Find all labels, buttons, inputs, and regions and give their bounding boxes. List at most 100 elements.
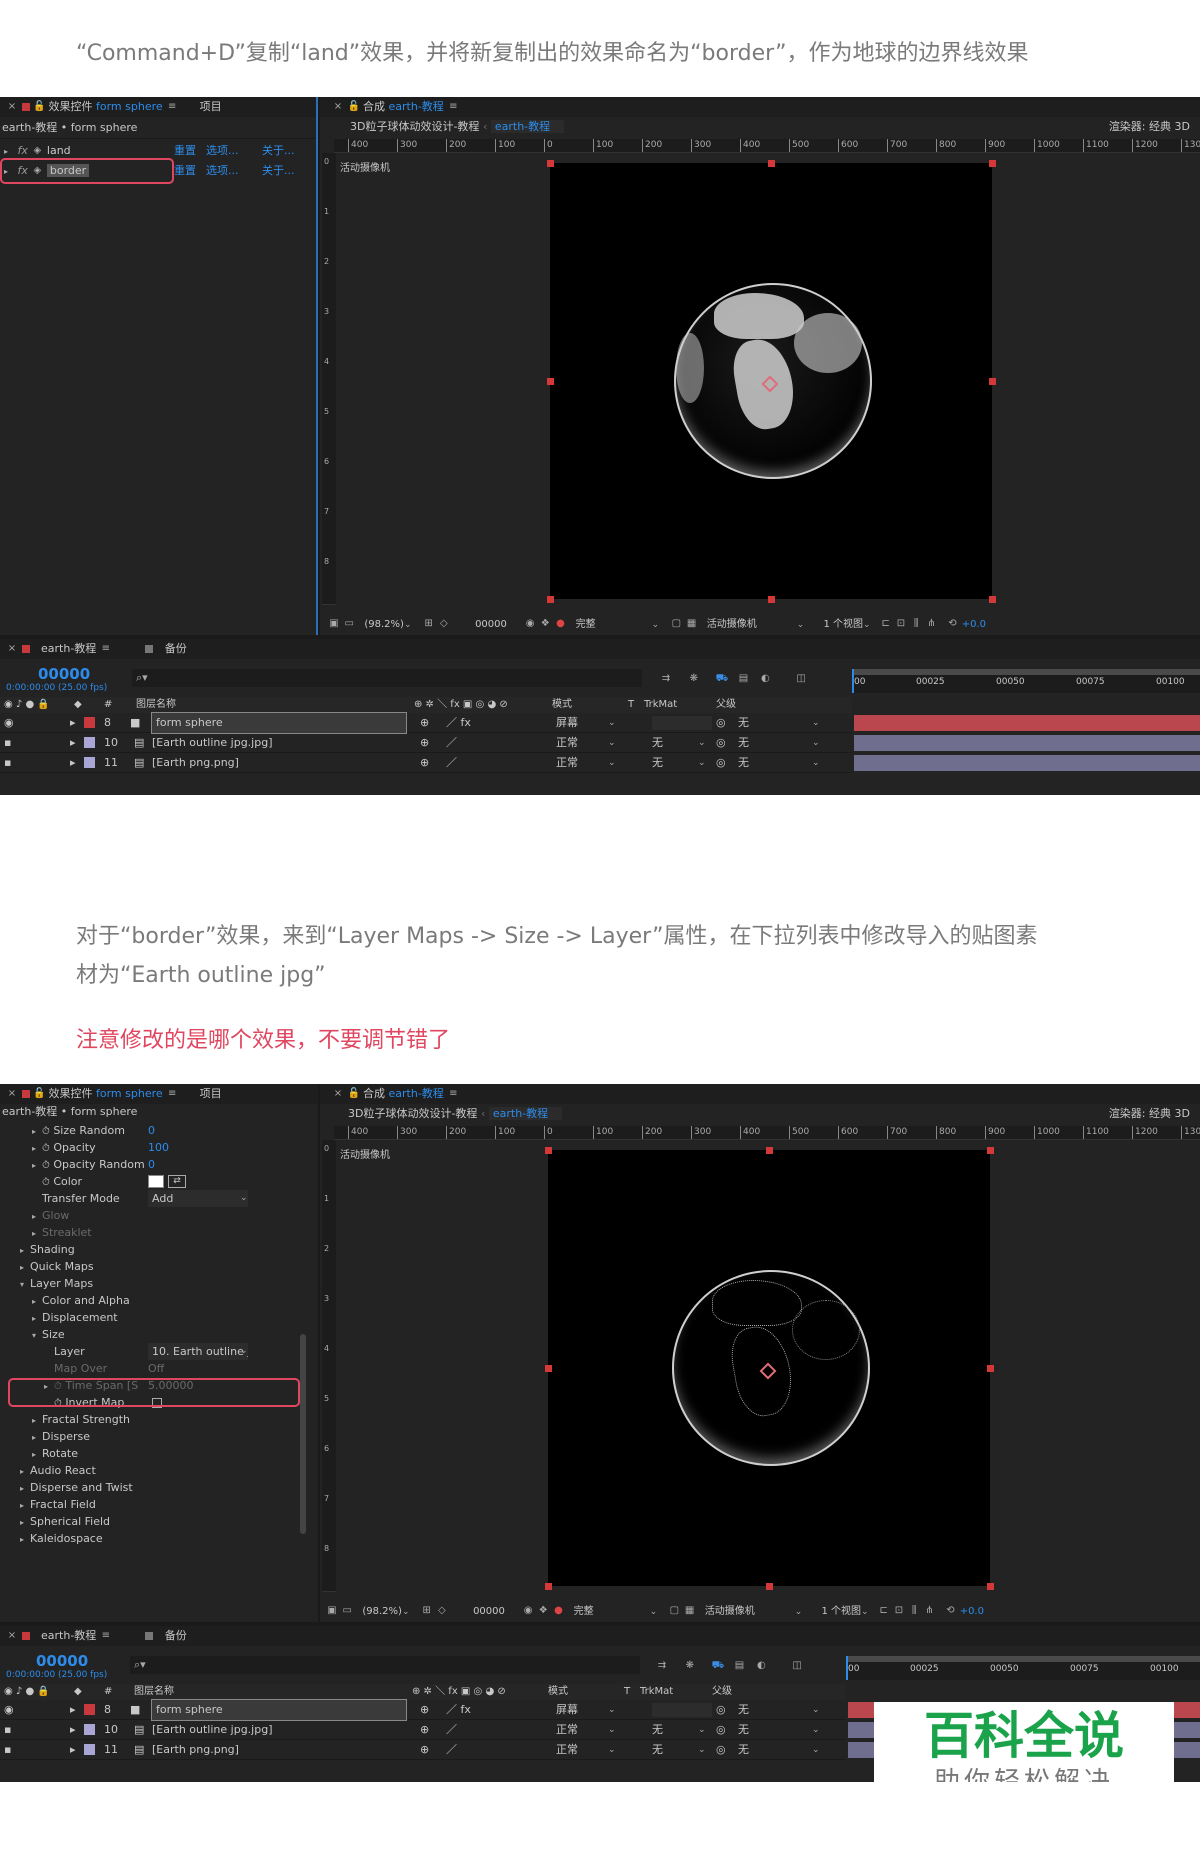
eye-icon[interactable]: ◉ — [4, 1700, 14, 1720]
expand-icon[interactable]: ▸ — [20, 1463, 30, 1480]
transform-handle[interactable] — [545, 1583, 552, 1590]
viewer-area[interactable]: 活动摄像机 — [336, 153, 1200, 605]
backup-tab[interactable]: 备份 — [165, 642, 187, 655]
parent-select[interactable]: 无 — [738, 1740, 749, 1760]
flowchart-icon[interactable]: ⋔ — [925, 618, 937, 630]
snapshot-icon[interactable]: ▣ — [328, 618, 340, 630]
parent-pickwhip-icon[interactable]: ◎ — [716, 733, 726, 753]
effect-property-row[interactable]: ▸ Fractal Field — [20, 1496, 308, 1513]
expand-icon[interactable]: ▸ — [20, 1259, 30, 1276]
work-area-bar[interactable] — [846, 1656, 1200, 1662]
camera-select[interactable]: 活动摄像机 — [705, 1606, 755, 1617]
timeline-tab[interactable]: × earth-教程 ≡ 备份 — [0, 639, 1200, 659]
expand-icon[interactable]: ▸ — [20, 1480, 30, 1497]
collapse-icon[interactable]: ▾ — [20, 1276, 30, 1293]
label-color-swatch[interactable] — [84, 1724, 95, 1735]
comp-tab[interactable]: × 🔓 合成 earth-教程 ≡ — [320, 97, 1200, 117]
shy-switch-icon[interactable]: ⊕ — [420, 1720, 429, 1740]
effect-property-row[interactable]: Layer 10. Earth outline j ⌄ — [44, 1343, 308, 1360]
project-tab[interactable]: 项目 — [200, 100, 222, 113]
flowchart-icon[interactable]: ⋔ — [923, 1605, 935, 1617]
layer-source-select[interactable]: 10. Earth outline j — [148, 1343, 248, 1360]
parent-pickwhip-icon[interactable]: ◎ — [716, 1740, 726, 1760]
close-icon[interactable]: × — [6, 101, 18, 113]
effects-panel-tab[interactable]: × 🔓 效果控件 form sphere ≡ 项目 — [0, 97, 316, 117]
timeline-layer-row[interactable]: ▪ ▸ 10 ▤ [Earth outline jpg.jpg] ⊕ ／ 正常 ⌄ 无 ⌄ ◎ 无 ⌄ — [0, 1720, 846, 1740]
timeline-layer-row[interactable]: ▪ ▸ 11 ▤ [Earth png.png] ⊕ ／ 正常 ⌄ 无 ⌄ ◎ 无 ⌄ — [0, 753, 852, 773]
fx-icon[interactable]: fx — [18, 144, 28, 157]
lock-icon[interactable]: 🔓 — [348, 1088, 360, 1100]
quality-switch-icon[interactable]: ／ fx — [446, 713, 471, 733]
expand-icon[interactable]: ▸ — [32, 1225, 42, 1242]
timeline-icon[interactable]: ⫼ — [908, 1605, 920, 1617]
transform-handle[interactable] — [547, 596, 554, 603]
stopwatch-icon[interactable]: ⏱ — [42, 1177, 50, 1188]
shy-switch-icon[interactable]: ⊕ — [420, 1700, 429, 1720]
expand-icon[interactable]: ▸ — [20, 1531, 30, 1548]
effect-property-row[interactable]: ▸ ⏱ Opacity Random 0 — [32, 1156, 308, 1173]
expand-icon[interactable]: ▸ — [20, 1514, 30, 1531]
exposure-value[interactable]: +0.0 — [960, 1606, 984, 1617]
quality-switch-icon[interactable]: ／ — [446, 1740, 457, 1760]
timeline-timecode[interactable]: 00000 — [36, 1652, 88, 1670]
transform-handle[interactable] — [989, 160, 996, 167]
transparency-grid-icon[interactable]: ▦ — [686, 618, 698, 630]
property-value[interactable]: 0 — [148, 1122, 155, 1139]
effect-property-row[interactable]: ▸ Rotate — [32, 1445, 308, 1462]
breadcrumb-parent[interactable]: 3D粒子球体动效设计-教程 — [348, 1107, 477, 1120]
layer-name[interactable]: [Earth png.png] — [152, 753, 239, 773]
expand-icon[interactable]: ▸ — [20, 1497, 30, 1514]
visibility-toggle[interactable]: ▪ — [4, 1740, 11, 1760]
display-icon[interactable]: ▭ — [343, 618, 355, 630]
expand-icon[interactable]: ▸ — [70, 1700, 76, 1720]
quality-switch-icon[interactable]: ／ — [446, 753, 457, 773]
layer-name[interactable]: form sphere — [151, 712, 407, 734]
expand-icon[interactable]: ▸ — [20, 1242, 30, 1259]
region-icon[interactable]: ▢ — [668, 1605, 680, 1617]
effect-property-row[interactable]: ▸ ⏱ Size Random 0 — [32, 1122, 308, 1139]
comp-flowchart-icon[interactable]: ⇉ — [656, 1660, 668, 1672]
eye-icon[interactable]: ◉ — [4, 713, 14, 733]
frame-blend-icon[interactable]: ▤ — [737, 673, 749, 685]
expand-icon[interactable]: ▸ — [70, 1720, 76, 1740]
effect-property-row[interactable]: ▸ Streaklet — [32, 1224, 308, 1241]
effect-row-land[interactable]: ▸ fx ◈ land 重置 选项... 关于... — [0, 141, 316, 161]
draft-3d-icon[interactable]: ❋ — [684, 1660, 696, 1672]
blend-mode-select[interactable]: 正常 — [556, 1720, 578, 1740]
stopwatch-icon[interactable]: ⏱ — [42, 1143, 50, 1154]
lock-icon[interactable]: 🔓 — [348, 101, 360, 113]
transparency-grid-icon[interactable]: ▦ — [684, 1605, 696, 1617]
transform-handle[interactable] — [547, 160, 554, 167]
frame-blend-icon[interactable]: ▤ — [733, 1660, 745, 1672]
renderer-info[interactable]: 渲染器: 经典 3D — [1109, 117, 1190, 137]
grid-icon[interactable]: ⊞ — [421, 1605, 433, 1617]
transform-handle[interactable] — [987, 1583, 994, 1590]
layer-bar[interactable] — [854, 755, 1200, 771]
grid-icon[interactable]: ⊞ — [423, 618, 435, 630]
expand-icon[interactable]: ▸ — [32, 1140, 42, 1157]
layer-name[interactable]: form sphere — [151, 1699, 407, 1721]
trkmat-select[interactable] — [652, 716, 712, 730]
reset-link[interactable]: 重置 — [174, 161, 196, 181]
property-value[interactable]: 100 — [148, 1139, 169, 1156]
options-link[interactable]: 选项... — [206, 141, 239, 161]
timecode-display[interactable]: 00000 — [475, 619, 507, 630]
parent-select[interactable]: 无 — [738, 713, 749, 733]
effect-property-row[interactable]: ⏱ Color ⇄ — [32, 1173, 308, 1190]
effect-property-row[interactable]: ▸ Color and Alpha — [32, 1292, 308, 1309]
expand-icon[interactable]: ▸ — [32, 1157, 42, 1174]
parent-pickwhip-icon[interactable]: ◎ — [716, 1720, 726, 1740]
trkmat-select[interactable]: 无 — [652, 1740, 663, 1760]
timeline-search-input[interactable]: ⌕▾ — [132, 669, 642, 687]
breadcrumb-current[interactable]: earth-教程 — [490, 120, 565, 133]
about-link[interactable]: 关于... — [262, 141, 295, 161]
views-select[interactable]: 1 个视图 — [823, 619, 863, 630]
blend-mode-select[interactable]: 正常 — [556, 1740, 578, 1760]
camera-icon[interactable]: ◉ — [522, 1605, 534, 1617]
close-icon[interactable]: × — [6, 643, 18, 655]
snapshot-icon[interactable]: ▣ — [326, 1605, 338, 1617]
blend-mode-select[interactable]: 屏幕 — [556, 713, 578, 733]
transform-handle[interactable] — [989, 378, 996, 385]
shy-switch-icon[interactable]: ⊕ — [420, 713, 429, 733]
trkmat-select[interactable] — [652, 1703, 712, 1717]
